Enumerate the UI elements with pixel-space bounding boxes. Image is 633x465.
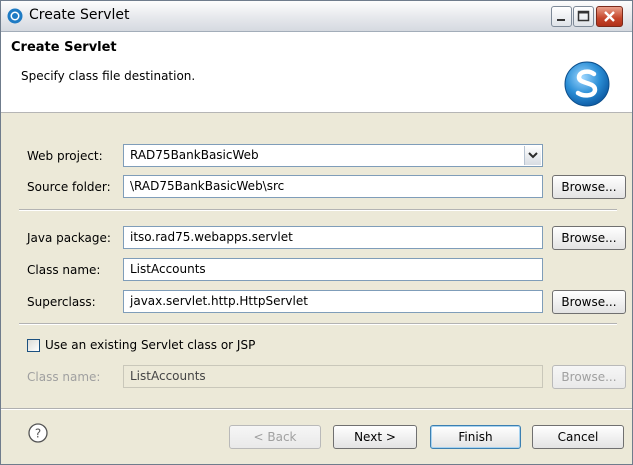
existing-class-value: ListAccounts xyxy=(130,369,206,383)
java-package-label: Java package: xyxy=(27,231,111,245)
java-package-field[interactable]: itso.rad75.webapps.servlet xyxy=(123,226,543,249)
combo-dropdown-button[interactable] xyxy=(524,146,541,165)
footer-separator xyxy=(1,408,632,410)
banner-subtitle: Specify class file destination. xyxy=(21,69,196,83)
source-folder-browse-button[interactable]: Browse... xyxy=(552,175,626,199)
existing-class-field[interactable]: ListAccounts xyxy=(123,365,543,388)
web-project-value: RAD75BankBasicWeb xyxy=(130,148,259,162)
wizard-banner: Create Servlet Specify class file destin… xyxy=(1,32,632,113)
finish-button[interactable]: Finish xyxy=(430,425,521,449)
maximize-icon xyxy=(577,10,590,22)
window-title: Create Servlet xyxy=(29,7,130,23)
source-folder-label: Source folder: xyxy=(27,180,111,194)
minimize-button[interactable] xyxy=(551,6,572,27)
svg-text:?: ? xyxy=(35,427,41,441)
existing-class-browse-button[interactable]: Browse... xyxy=(552,365,626,389)
finish-button-label: Finish xyxy=(458,430,493,444)
back-button[interactable]: < Back xyxy=(229,425,321,449)
java-package-value: itso.rad75.webapps.servlet xyxy=(130,230,293,244)
java-package-browse-button[interactable]: Browse... xyxy=(552,226,626,250)
class-name-value: ListAccounts xyxy=(130,262,206,276)
existing-class-label: Class name: xyxy=(27,370,101,384)
cancel-button[interactable]: Cancel xyxy=(532,425,624,449)
eclipse-icon xyxy=(7,8,23,24)
next-button[interactable]: Next > xyxy=(333,425,417,449)
class-name-label: Class name: xyxy=(27,263,101,277)
separator xyxy=(19,209,617,211)
chevron-down-icon xyxy=(528,152,538,159)
banner-title: Create Servlet xyxy=(11,40,117,55)
use-existing-checkbox[interactable] xyxy=(27,339,40,352)
title-bar[interactable]: Create Servlet xyxy=(1,1,632,32)
superclass-label: Superclass: xyxy=(27,295,96,309)
superclass-field[interactable]: javax.servlet.http.HttpServlet xyxy=(123,290,543,313)
minimize-icon xyxy=(557,19,565,21)
close-icon xyxy=(604,11,615,22)
create-servlet-dialog: Create Servlet Create Servlet Specify cl… xyxy=(0,0,633,465)
next-button-label: Next > xyxy=(354,430,396,444)
use-existing-label[interactable]: Use an existing Servlet class or JSP xyxy=(45,333,255,357)
source-folder-value: \RAD75BankBasicWeb\src xyxy=(130,179,285,193)
class-name-field[interactable]: ListAccounts xyxy=(123,258,543,281)
close-button[interactable] xyxy=(596,6,623,27)
wizard-content: Web project: RAD75BankBasicWeb Source fo… xyxy=(1,113,632,408)
superclass-value: javax.servlet.http.HttpServlet xyxy=(130,294,308,308)
web-project-label: Web project: xyxy=(27,149,103,163)
servlet-wizard-icon xyxy=(564,61,610,107)
back-button-label: < Back xyxy=(253,430,297,444)
help-icon[interactable]: ? xyxy=(27,422,49,444)
separator xyxy=(19,323,617,325)
maximize-button[interactable] xyxy=(573,6,594,27)
cancel-button-label: Cancel xyxy=(557,430,599,444)
web-project-combo[interactable]: RAD75BankBasicWeb xyxy=(123,144,543,167)
source-folder-field[interactable]: \RAD75BankBasicWeb\src xyxy=(123,175,543,198)
superclass-browse-button[interactable]: Browse... xyxy=(552,290,626,314)
